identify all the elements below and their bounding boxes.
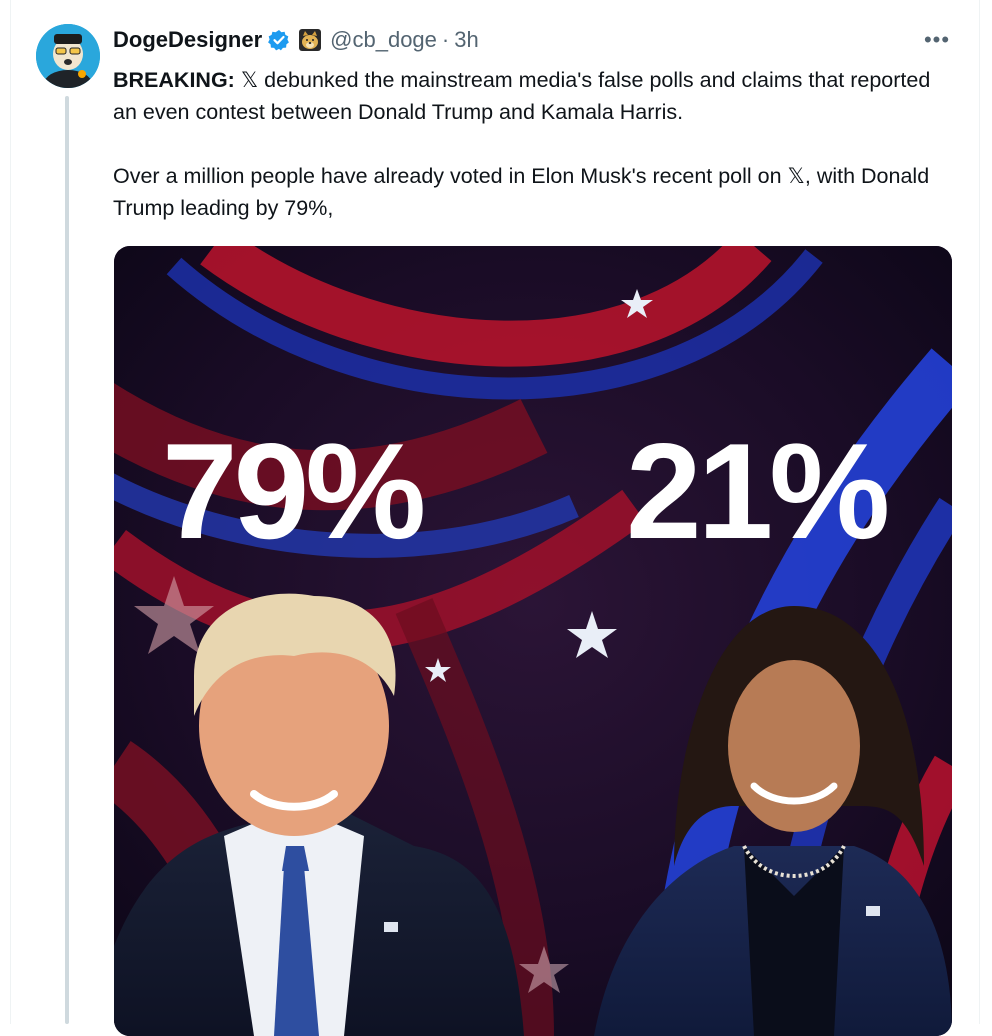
- tweet-media-image[interactable]: 79% 21%: [114, 246, 952, 1036]
- author-handle[interactable]: @cb_doge: [330, 27, 437, 53]
- tweet-paragraph-1: BREAKING: 𝕏 debunked the mainstream medi…: [113, 64, 953, 128]
- tweet-header: DogeDesigner @cb_doge · 3h: [113, 26, 479, 54]
- tweet-paragraph-1-body: 𝕏 debunked the mainstream media's false …: [113, 68, 931, 124]
- avatar[interactable]: [36, 24, 100, 88]
- author-display-name[interactable]: DogeDesigner: [113, 27, 262, 53]
- more-options-button[interactable]: •••: [922, 26, 952, 54]
- tweet-text: BREAKING: 𝕏 debunked the mainstream medi…: [113, 64, 953, 224]
- doge-emoji-icon[interactable]: [298, 28, 322, 52]
- breaking-label: BREAKING:: [113, 68, 235, 92]
- poll-percent-left: 79%: [162, 415, 426, 567]
- thread-connector-line: [65, 96, 69, 1024]
- tweet-timestamp[interactable]: 3h: [454, 27, 478, 53]
- timeline-border-left: [10, 0, 11, 1024]
- poll-percent-right: 21%: [626, 415, 890, 567]
- timeline-border-right: [979, 0, 980, 1024]
- tweet-paragraph-2: Over a million people have already voted…: [113, 164, 930, 220]
- verified-badge-icon[interactable]: [268, 29, 290, 51]
- header-separator: ·: [441, 27, 450, 52]
